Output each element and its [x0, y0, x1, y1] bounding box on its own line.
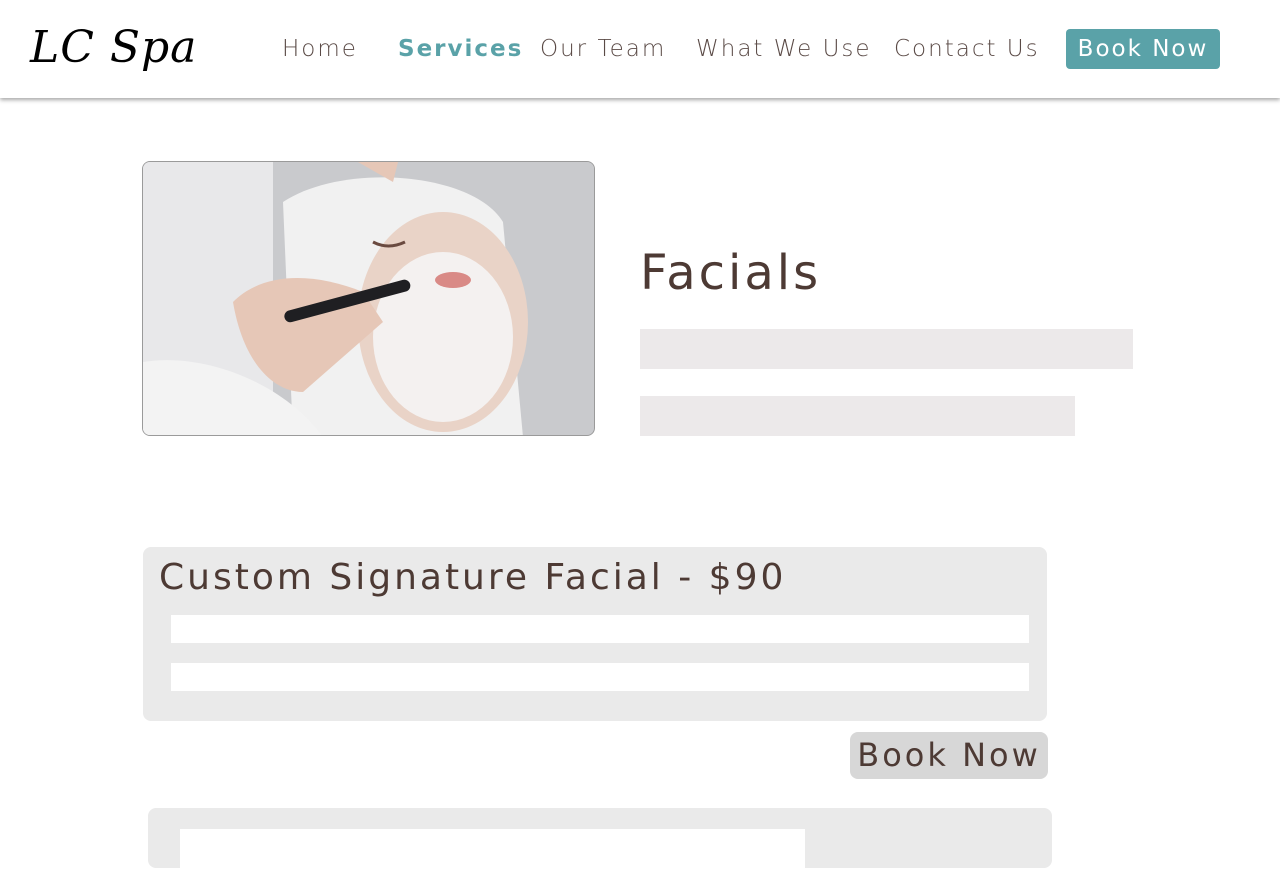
nav-services[interactable]: Services: [398, 30, 523, 68]
service-description-line: [171, 615, 1029, 643]
page-title: Facials: [640, 245, 822, 301]
service-card: [148, 808, 1052, 869]
header-book-now-button[interactable]: Book Now: [1066, 29, 1220, 69]
nav-home[interactable]: Home: [282, 30, 358, 68]
intro-text-line: [640, 329, 1133, 369]
facial-photo-illustration: [143, 162, 594, 435]
service-description-line: [171, 663, 1029, 691]
service-card: Custom Signature Facial - $90: [143, 547, 1047, 721]
nav-our-team[interactable]: Our Team: [540, 30, 666, 68]
service-book-now-button[interactable]: Book Now: [850, 732, 1048, 779]
site-header: LC Spa Home Services Our Team What We Us…: [0, 0, 1280, 98]
site-logo[interactable]: LC Spa: [30, 18, 197, 78]
service-title: Custom Signature Facial - $90: [159, 557, 787, 598]
facial-treatment-image: [142, 161, 595, 436]
service-title-placeholder: [180, 829, 805, 869]
nav-contact-us[interactable]: Contact Us: [894, 30, 1040, 68]
intro-text-line: [640, 396, 1075, 436]
nav-what-we-use[interactable]: What We Use: [696, 30, 872, 68]
